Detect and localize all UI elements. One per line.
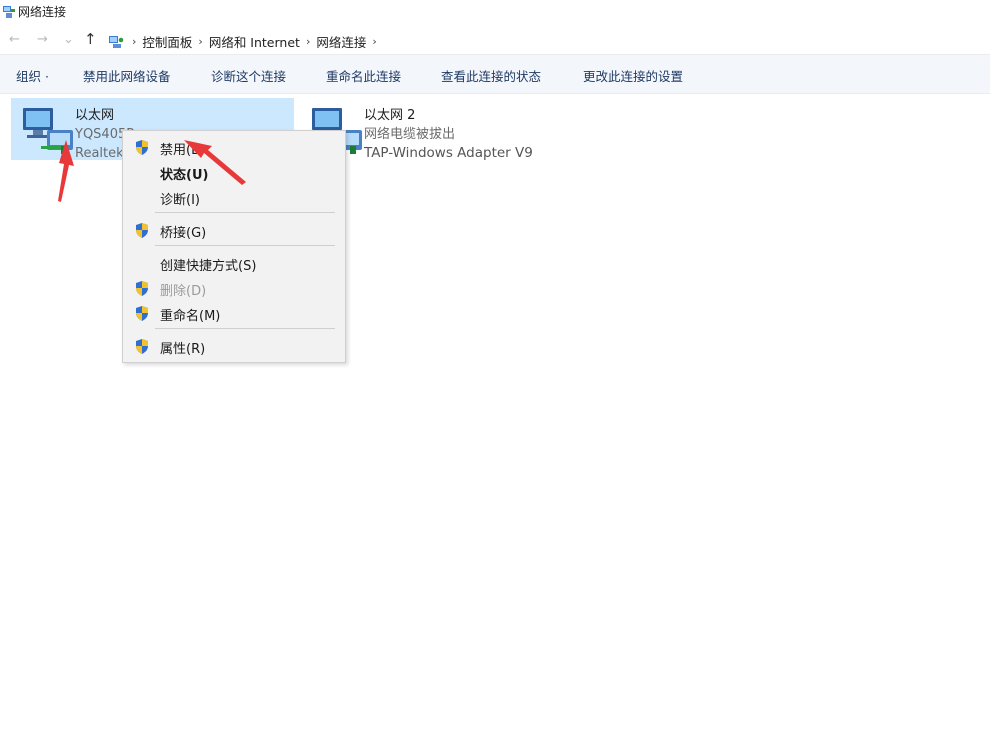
diagnose-connection-button[interactable]: 诊断这个连接 (211, 66, 286, 85)
disable-device-button[interactable]: 禁用此网络设备 (83, 66, 171, 85)
breadcrumb: › 控制面板 › 网络和 Internet › 网络连接 › (108, 32, 383, 51)
menu-item-label: 状态(U) (160, 168, 209, 183)
address-bar: ← → ⌄ ↑ › 控制面板 › 网络和 Internet › 网络连接 › (0, 26, 990, 55)
menu-item-label: 重命名(M) (160, 309, 221, 324)
breadcrumb-separator[interactable]: › (372, 35, 376, 48)
title-bar: 网络连接 (0, 0, 990, 24)
menu-item-label: 禁用(B) (160, 143, 206, 158)
network-connections-icon (3, 6, 15, 18)
connection-status: 网络电缆被拔出 (364, 127, 456, 142)
network-adapter-icon (23, 108, 73, 154)
menu-item-label: 桥接(G) (160, 226, 207, 241)
menu-item-rename[interactable]: 重命名(M) (123, 301, 345, 325)
organize-button[interactable]: 组织 · (16, 66, 49, 85)
menu-item-bridge[interactable]: 桥接(G) (123, 218, 345, 242)
menu-item-label: 属性(R) (160, 342, 206, 357)
change-settings-button[interactable]: 更改此连接的设置 (583, 66, 683, 85)
menu-separator (155, 328, 335, 329)
menu-item-label: 删除(D) (160, 284, 207, 299)
menu-item-disable[interactable]: 禁用(B) (123, 135, 345, 159)
menu-item-delete[interactable]: 删除(D) (123, 276, 345, 300)
command-toolbar: 组织 · 禁用此网络设备 诊断这个连接 重命名此连接 查看此连接的状态 更改此连… (0, 55, 990, 94)
uac-shield-icon (136, 306, 148, 321)
uac-shield-icon (136, 339, 148, 354)
menu-item-diagnose[interactable]: 诊断(I) (123, 185, 345, 209)
menu-item-label: 诊断(I) (160, 193, 200, 208)
breadcrumb-network-internet[interactable]: 网络和 Internet (209, 32, 300, 51)
back-icon[interactable]: ← (9, 32, 20, 47)
connection-name: 以太网 (75, 108, 115, 123)
forward-icon[interactable]: → (37, 32, 48, 47)
menu-item-label: 创建快捷方式(S) (160, 259, 257, 274)
menu-separator (155, 245, 335, 246)
menu-item-status[interactable]: 状态(U) (123, 160, 345, 184)
menu-separator (155, 212, 335, 213)
connection-item-ethernet-2[interactable]: 以太网 2 网络电缆被拔出 TAP-Windows Adapter V9 (300, 98, 620, 161)
uac-shield-icon (136, 140, 148, 155)
window-title: 网络连接 (18, 5, 67, 19)
menu-item-create-shortcut[interactable]: 创建快捷方式(S) (123, 251, 345, 275)
rename-connection-button[interactable]: 重命名此连接 (326, 66, 401, 85)
breadcrumb-separator: › (198, 35, 203, 48)
menu-item-properties[interactable]: 属性(R) (123, 334, 345, 358)
breadcrumb-separator: › (305, 35, 311, 48)
uac-shield-icon (136, 223, 148, 238)
breadcrumb-separator: › (132, 35, 137, 48)
control-panel-icon (109, 35, 124, 48)
view-status-button[interactable]: 查看此连接的状态 (441, 66, 541, 85)
uac-shield-icon (136, 281, 148, 296)
breadcrumb-network-connections[interactable]: 网络连接 (316, 32, 366, 51)
up-arrow-icon[interactable]: ↑ (84, 30, 97, 48)
recent-locations-icon[interactable]: ⌄ (63, 32, 74, 47)
context-menu: 禁用(B) 状态(U) 诊断(I) 桥接(G) 创建快捷方式(S) 删除(D) … (122, 130, 346, 363)
breadcrumb-control-panel[interactable]: 控制面板 (142, 32, 192, 51)
connection-name: 以太网 2 (364, 108, 416, 123)
connection-device: TAP-Windows Adapter V9 (364, 145, 533, 161)
